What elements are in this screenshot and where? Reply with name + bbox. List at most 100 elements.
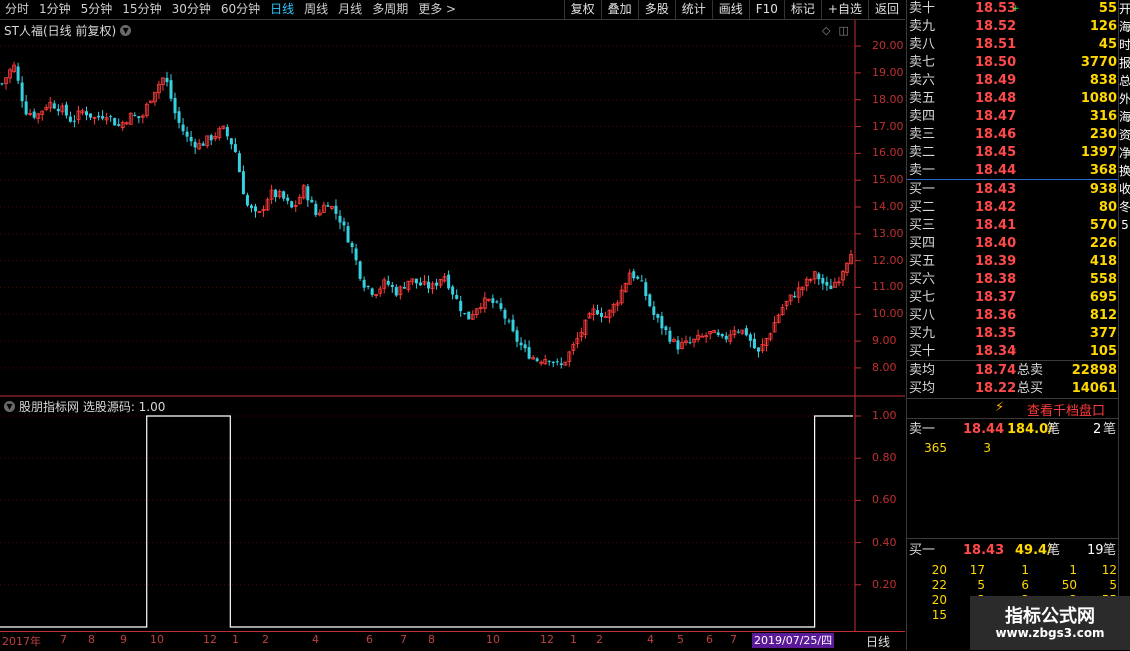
ask-row[interactable]: 卖九 18.52 126 — [907, 18, 1119, 36]
bid-row[interactable]: 买七 18.37 695 — [907, 289, 1119, 307]
date-axis-label: 2 — [262, 633, 269, 646]
ask-row[interactable]: 卖七 18.50 3770 — [907, 54, 1119, 72]
queue-buy-orders: 20 17 1 1 12 — [931, 563, 1117, 577]
candle-body — [245, 195, 249, 206]
bid-row[interactable]: 买一 18.43 938 — [907, 181, 1119, 199]
candle-body — [467, 311, 471, 320]
level-label: 卖二 — [909, 145, 936, 160]
candle-body — [503, 309, 507, 319]
bid-row[interactable]: 买二 18.42 80 — [907, 199, 1119, 217]
candle-body — [101, 116, 105, 119]
candle-body — [310, 199, 314, 203]
ask-row[interactable]: 卖十 18.53 +55 — [907, 0, 1119, 18]
date-axis-label: 8 — [428, 633, 435, 646]
candle-body — [600, 312, 604, 317]
candle-body — [527, 347, 531, 359]
price-axis-label: 8.00 — [872, 360, 897, 374]
bid-row[interactable]: 买九 18.35 377 — [907, 325, 1119, 343]
level-volume: 126 — [1089, 19, 1117, 34]
watermark-logo: 指标公式网 www.zbgs3.com — [970, 596, 1130, 650]
candle-body — [752, 338, 756, 349]
period-label[interactable]: 日线 — [866, 633, 890, 650]
level-volume: 1080 — [1080, 91, 1117, 106]
bid-row[interactable]: 买五 18.39 418 — [907, 253, 1119, 271]
ask-avg-row: 卖均 18.74 总卖 22898 — [909, 363, 1117, 378]
level-label: 卖六 — [909, 73, 936, 88]
date-axis-label: 6 — [366, 633, 373, 646]
candle-body — [16, 66, 20, 81]
ask-row[interactable]: 卖二 18.45 1397 — [907, 144, 1119, 162]
indicator-axis-label: 0.80 — [872, 451, 897, 465]
ask-row[interactable]: 卖五 18.48 1080 — [907, 90, 1119, 108]
candle-body — [169, 80, 173, 99]
level-volume: 570 — [1089, 218, 1117, 233]
candle-body — [193, 141, 197, 148]
candle-body — [249, 205, 253, 209]
bid-row[interactable]: 买八 18.36 812 — [907, 307, 1119, 325]
ask-row[interactable]: 卖八 18.51 45 — [907, 36, 1119, 54]
level-label: 卖四 — [909, 109, 936, 124]
candle-body — [52, 103, 56, 109]
candle-body — [821, 277, 825, 284]
level-price: 18.41 — [975, 218, 1017, 233]
level-label: 买十 — [909, 344, 936, 359]
level-price: 18.53 — [975, 1, 1017, 16]
ask-row[interactable]: 卖六 18.49 838 — [907, 72, 1119, 90]
level-label: 买三 — [909, 218, 936, 233]
window-icon[interactable]: ◫ — [838, 24, 848, 37]
level-label: 买五 — [909, 254, 936, 269]
date-axis-label: 1 — [232, 633, 239, 646]
level-label: 卖七 — [909, 55, 936, 70]
candle-body — [346, 226, 350, 243]
candle-body — [515, 330, 519, 342]
candle-body — [386, 280, 390, 285]
ask-row[interactable]: 卖三 18.46 230 — [907, 126, 1119, 144]
candle-body — [237, 153, 241, 173]
candle-body — [185, 131, 189, 137]
bid-row[interactable]: 买三 18.41 570 — [907, 217, 1119, 235]
candle-body — [736, 331, 740, 333]
candle-body — [97, 115, 101, 118]
candle-body — [463, 313, 467, 315]
candle-body — [286, 197, 290, 201]
level-price: 18.38 — [975, 272, 1017, 287]
candle-body — [507, 320, 511, 322]
candle-body — [652, 306, 656, 315]
bid-row[interactable]: 买四 18.40 226 — [907, 235, 1119, 253]
candle-body — [177, 111, 181, 123]
candle-body — [24, 101, 28, 115]
level-volume: 938 — [1089, 182, 1117, 197]
level-price: 18.46 — [975, 127, 1017, 142]
spread-divider — [907, 179, 1119, 180]
diamond-icon[interactable]: ◇ — [822, 24, 830, 37]
date-axis-label: 5 — [677, 633, 684, 646]
level-label: 买四 — [909, 236, 936, 251]
chart-corner-icons: ◇ ◫ — [822, 24, 849, 37]
depth-button[interactable]: 查看千档盘口 — [1027, 400, 1105, 419]
date-axis-label: 2017年 — [2, 635, 41, 648]
queue-buy-orders: 22 5 6 50 5 — [931, 578, 1117, 592]
ask-row[interactable]: 卖一 18.44 368 — [907, 162, 1119, 180]
current-date-label: 2019/07/25/四 — [752, 633, 835, 648]
candle-body — [817, 273, 821, 280]
candle-body — [459, 300, 463, 312]
level-price: 18.48 — [975, 91, 1017, 106]
bid-row[interactable]: 买十 18.34 * 105 — [907, 343, 1119, 361]
chevron-down-icon[interactable]: ▼ — [120, 25, 132, 36]
queue-sell-row: 卖一 18.44 184.0/ 笔 2 笔 — [909, 422, 1117, 437]
candle-body — [660, 316, 664, 329]
candle-body — [84, 111, 88, 116]
candle-body — [535, 358, 539, 362]
level-volume: 230 — [1089, 127, 1117, 142]
price-axis-label: 15.00 — [872, 173, 904, 187]
level-price: 18.51 — [975, 37, 1017, 52]
level-price: 18.45 — [975, 145, 1017, 160]
bid-row[interactable]: 买六 18.38 558 — [907, 271, 1119, 289]
level-label: 买一 — [909, 182, 936, 197]
candle-body — [274, 189, 278, 198]
level-price: 18.43 — [975, 182, 1017, 197]
ask-row[interactable]: 卖四 18.47 316 — [907, 108, 1119, 126]
chevron-down-icon[interactable]: ▼ — [4, 401, 15, 412]
level-label: 卖一 — [909, 163, 936, 178]
change-mark: + — [1012, 4, 1020, 14]
